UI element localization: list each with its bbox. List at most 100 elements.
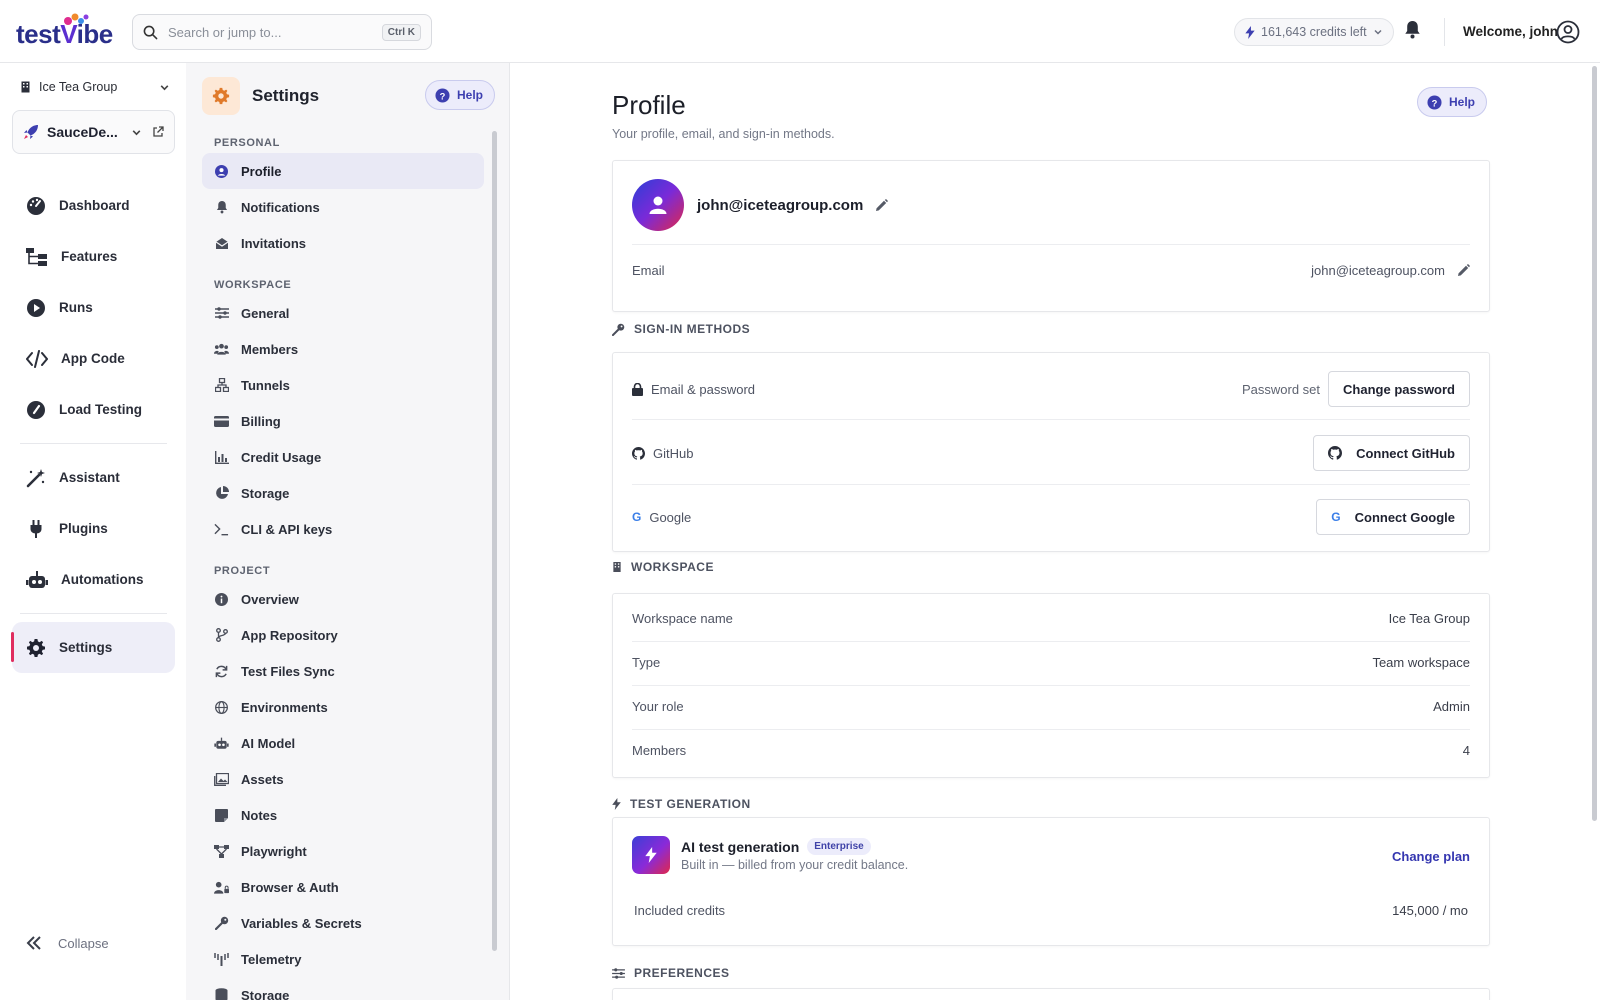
nav-runs[interactable]: Runs <box>12 282 175 333</box>
double-chevron-left-icon <box>26 936 41 950</box>
help-circle-icon: ? <box>435 87 450 103</box>
rocket-icon <box>24 125 38 139</box>
settings-item-members[interactable]: Members <box>202 331 484 367</box>
code-icon <box>26 349 48 368</box>
chevron-down-icon[interactable] <box>131 127 142 138</box>
org-selector[interactable]: Ice Tea Group <box>20 80 170 94</box>
nav-automations[interactable]: Automations <box>12 554 175 605</box>
card-divider <box>632 244 1470 245</box>
credit-card-icon <box>214 415 229 427</box>
settings-sidebar: Settings ? Help PERSONAL Profile Notific… <box>186 63 510 1000</box>
help-label: Help <box>1449 95 1476 109</box>
avatar[interactable] <box>632 179 684 231</box>
email-label: Email <box>632 262 665 278</box>
connect-google-button[interactable]: G Connect Google <box>1316 499 1470 535</box>
search-bar[interactable]: Ctrl K <box>132 14 432 50</box>
robot-icon <box>26 570 48 588</box>
bar-chart-icon <box>214 450 229 464</box>
settings-item-profile[interactable]: Profile <box>202 153 484 189</box>
nav-load-testing[interactable]: Load Testing <box>12 384 175 435</box>
settings-item-notifications[interactable]: Notifications <box>202 189 484 225</box>
settings-item-ai-model[interactable]: AI Model <box>202 725 484 761</box>
google-row: G Google G Connect Google <box>632 499 1470 535</box>
page-help-button[interactable]: ? Help <box>1417 87 1488 117</box>
search-input[interactable] <box>168 24 382 40</box>
credits-dropdown[interactable]: 161,643 credits left <box>1234 18 1394 46</box>
google-g-icon: G <box>632 510 642 524</box>
nav-label: Runs <box>59 300 93 315</box>
settings-item-notes[interactable]: Notes <box>202 797 484 833</box>
settings-header: Settings <box>202 77 319 115</box>
settings-item-telemetry[interactable]: Telemetry <box>202 941 484 977</box>
user-silhouette-icon <box>649 196 667 214</box>
settings-item-invitations[interactable]: Invitations <box>202 225 484 261</box>
notifications-bell-icon[interactable] <box>1404 20 1421 39</box>
connect-github-button[interactable]: Connect GitHub <box>1313 435 1470 471</box>
settings-title: Settings <box>252 86 320 105</box>
profile-page: Profile Your profile, email, and sign-in… <box>510 63 1600 1000</box>
github-icon <box>632 446 645 460</box>
section-label-personal: PERSONAL <box>214 137 280 149</box>
edit-pencil-icon[interactable] <box>1457 263 1470 277</box>
settings-item-assets[interactable]: Assets <box>202 761 484 797</box>
external-link-icon[interactable] <box>152 126 164 138</box>
settings-help-button[interactable]: ? Help <box>425 80 496 110</box>
settings-item-playwright[interactable]: Playwright <box>202 833 484 869</box>
settings-item-cli-api-keys[interactable]: CLI & API keys <box>202 511 484 547</box>
lock-icon <box>632 382 643 396</box>
nav-label: Automations <box>61 572 144 587</box>
ai-generation-title-row: AI test generation Enterprise <box>681 838 871 855</box>
settings-item-app-repository[interactable]: App Repository <box>202 617 484 653</box>
settings-item-project-storage[interactable]: Storage <box>202 977 484 1000</box>
change-password-button[interactable]: Change password <box>1328 371 1470 407</box>
sticky-note-icon <box>215 808 228 822</box>
lightning-icon <box>1245 25 1255 39</box>
settings-scrollbar[interactable] <box>492 131 497 951</box>
app-logo[interactable]: testVibe <box>16 13 113 50</box>
project-selector[interactable]: SauceDe... <box>12 110 175 154</box>
workspace-heading: WORKSPACE <box>612 560 714 574</box>
settings-item-test-files-sync[interactable]: Test Files Sync <box>202 653 484 689</box>
settings-item-general[interactable]: General <box>202 295 484 331</box>
database-icon <box>215 988 228 1000</box>
settings-item-label: Credit Usage <box>241 449 322 465</box>
settings-item-environments[interactable]: Environments <box>202 689 484 725</box>
edit-pencil-icon[interactable] <box>875 199 889 212</box>
settings-item-label: Test Files Sync <box>241 663 335 679</box>
key-icon <box>214 916 228 930</box>
settings-item-label: Environments <box>241 699 328 715</box>
change-plan-link[interactable]: Change plan <box>1392 849 1470 864</box>
settings-item-label: Notifications <box>241 199 320 215</box>
settings-item-billing[interactable]: Billing <box>202 403 484 439</box>
card-divider <box>632 484 1470 485</box>
nav-app-code[interactable]: App Code <box>12 333 175 384</box>
section-heading-text: TEST GENERATION <box>630 797 751 811</box>
help-label: Help <box>457 88 484 102</box>
nav-plugins[interactable]: Plugins <box>12 503 175 554</box>
settings-item-label: Billing <box>241 413 281 429</box>
collapse-sidebar-button[interactable]: Collapse <box>26 935 109 951</box>
settings-item-tunnels[interactable]: Tunnels <box>202 367 484 403</box>
settings-item-credit-usage[interactable]: Credit Usage <box>202 439 484 475</box>
nav-settings[interactable]: Settings <box>11 622 175 673</box>
settings-item-label: General <box>241 305 290 321</box>
nav-dashboard[interactable]: Dashboard <box>12 180 175 231</box>
nav-assistant[interactable]: Assistant <box>12 452 175 503</box>
header-divider <box>1444 18 1445 46</box>
settings-item-overview[interactable]: Overview <box>202 581 484 617</box>
page-title: Profile <box>612 90 686 120</box>
section-label-project: PROJECT <box>214 565 271 577</box>
settings-item-browser-auth[interactable]: Browser & Auth <box>202 869 484 905</box>
user-account-icon[interactable] <box>1556 20 1580 44</box>
nav-features[interactable]: Features <box>12 231 175 282</box>
project-name: SauceDe... <box>47 124 118 140</box>
settings-item-label: Browser & Auth <box>241 879 339 895</box>
google-label: Google <box>649 509 692 525</box>
settings-item-variables-secrets[interactable]: Variables & Secrets <box>202 905 484 941</box>
settings-item-label: Telemetry <box>241 951 302 967</box>
github-icon <box>1328 446 1343 460</box>
main-scrollbar[interactable] <box>1592 66 1597 821</box>
welcome-text[interactable]: Welcome, john <box>1463 24 1558 39</box>
settings-item-storage[interactable]: Storage <box>202 475 484 511</box>
gear-icon <box>212 87 230 105</box>
